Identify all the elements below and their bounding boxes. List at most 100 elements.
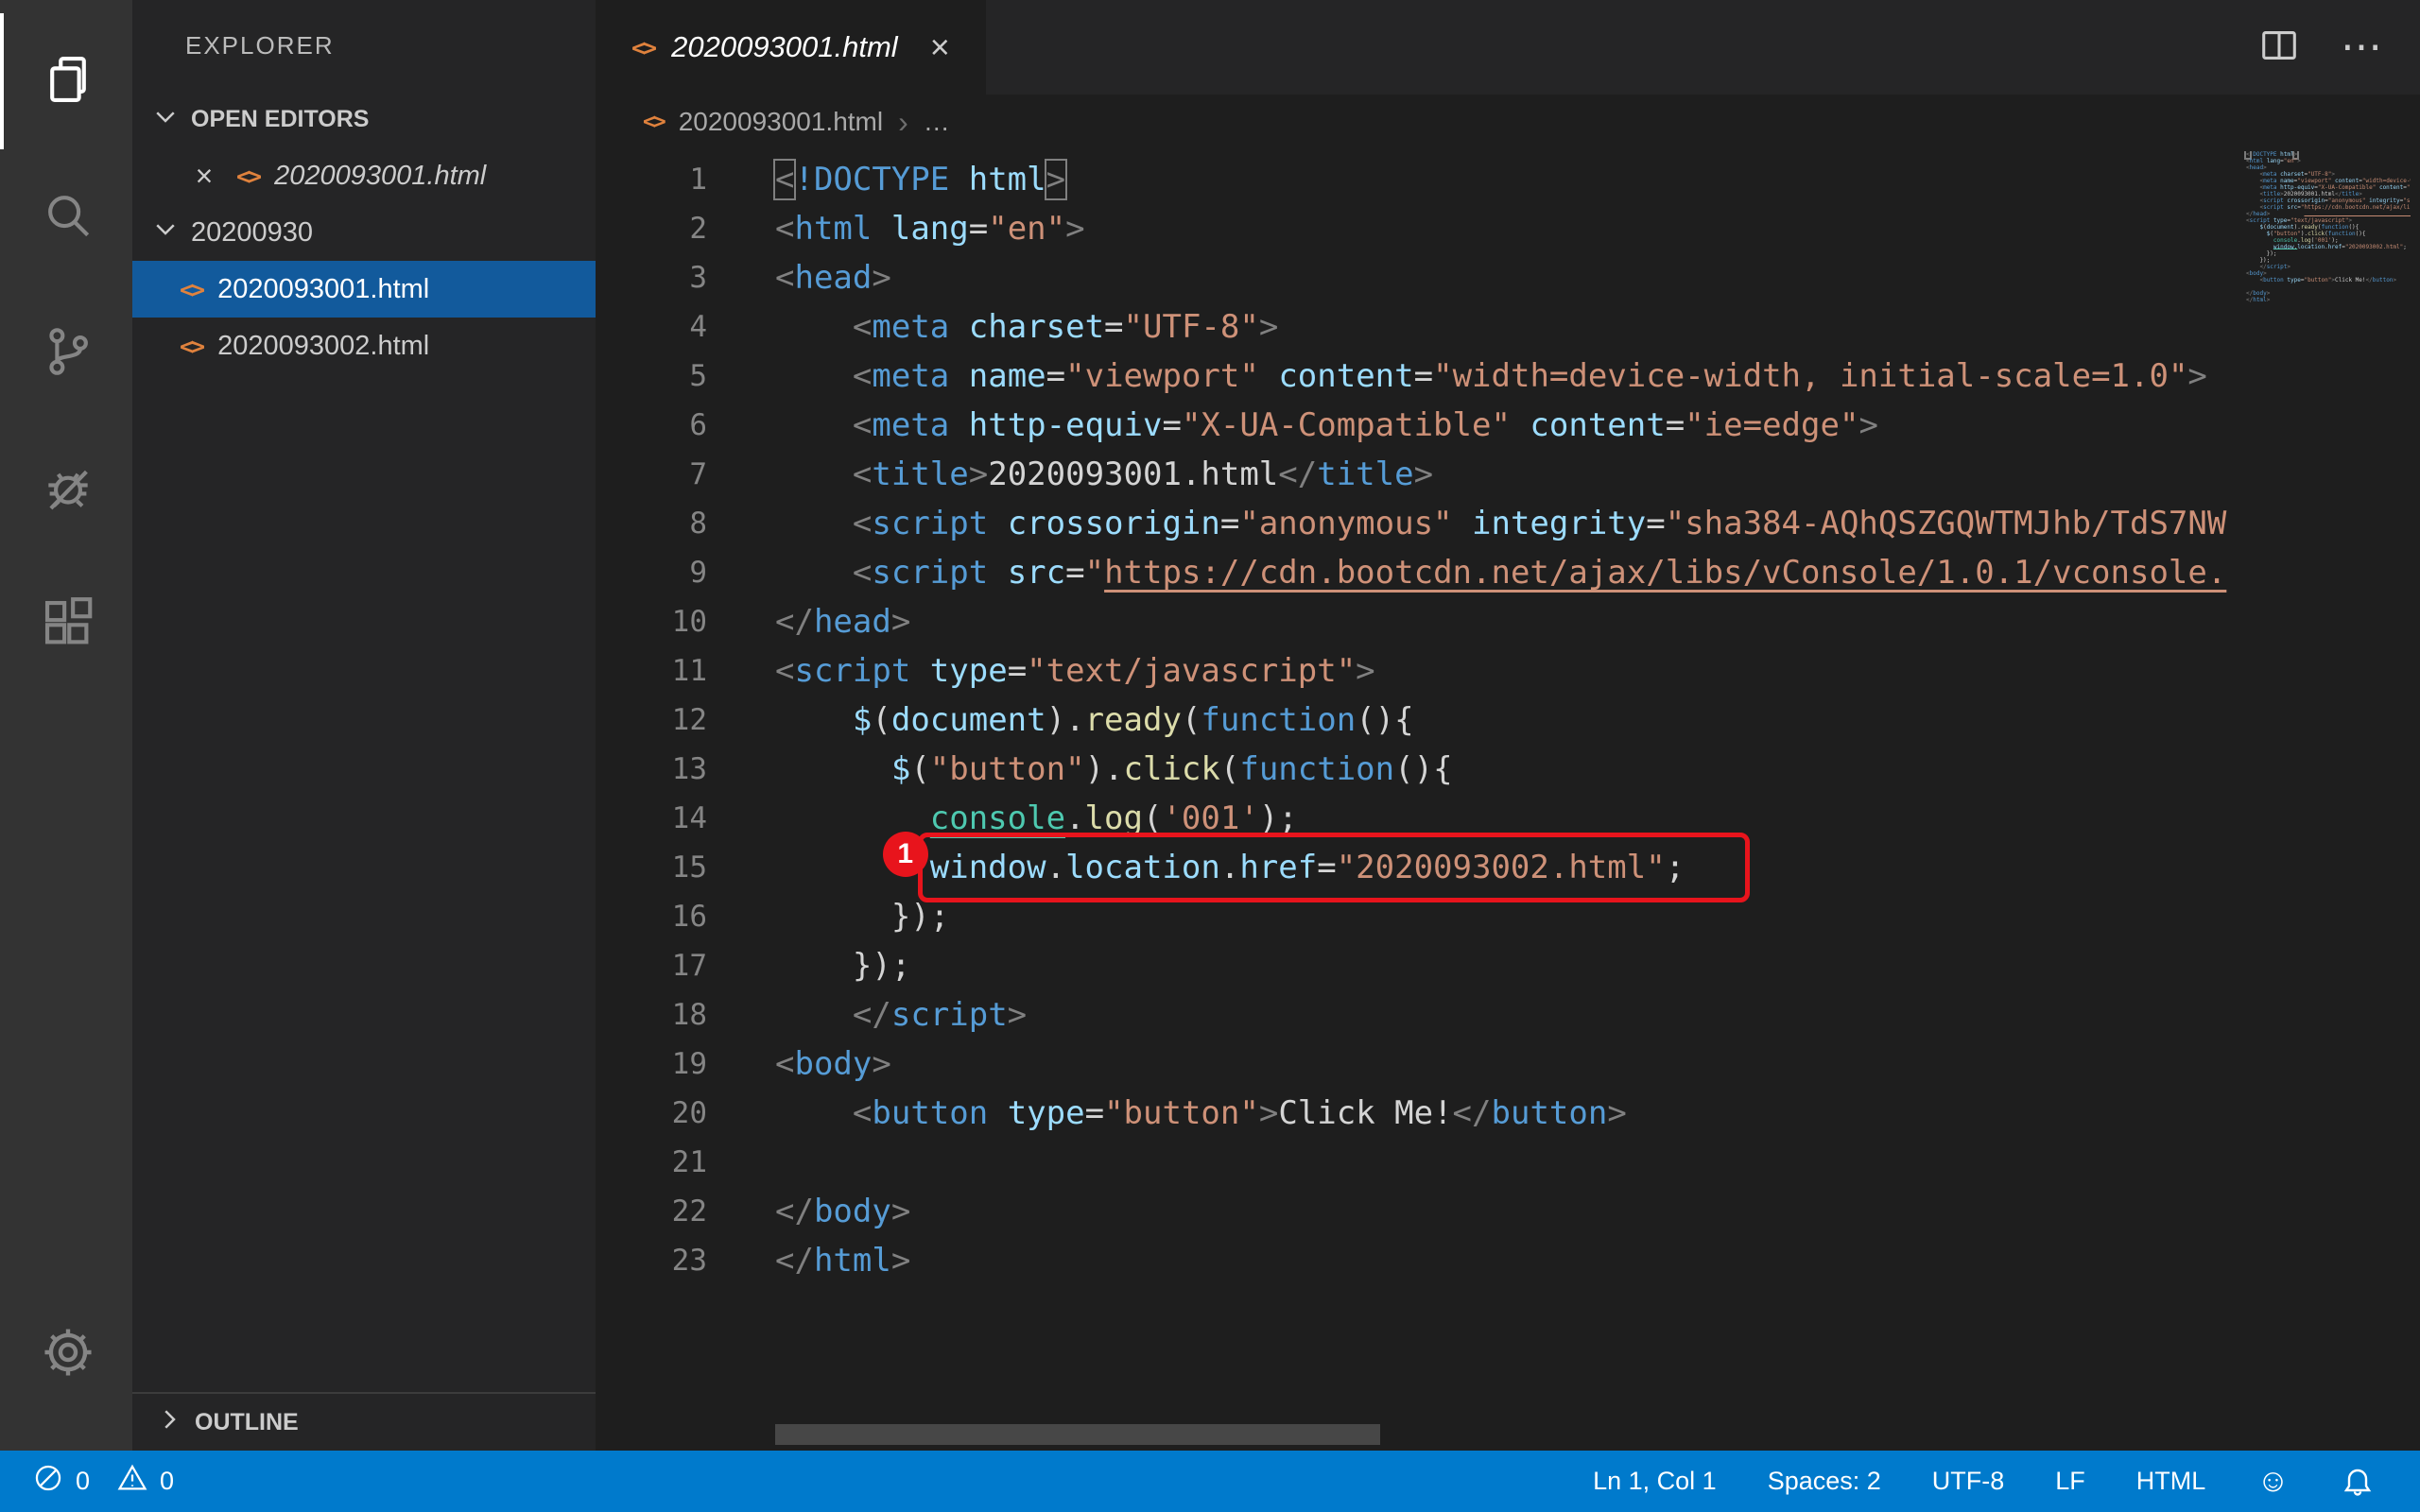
code-line[interactable]: 17 }); (596, 941, 2420, 990)
code-token: . (1046, 849, 1065, 886)
code-token (1511, 406, 1530, 444)
code-token: > (1858, 406, 1877, 444)
code-token: < (775, 210, 794, 248)
code-token: </ (853, 996, 891, 1034)
code-line[interactable]: 9 <script src="https://cdn.bootcdn.net/a… (596, 548, 2420, 597)
outline-header[interactable]: OUTLINE (132, 1392, 596, 1451)
code-text: <html lang="en"> (707, 204, 1085, 253)
html-file-icon: <> (631, 34, 654, 61)
code-line[interactable]: 4 <meta charset="UTF-8"> (596, 302, 2420, 352)
code-line[interactable]: 6 <meta http-equiv="X-UA-Compatible" con… (596, 401, 2420, 450)
activity-debug[interactable] (0, 421, 132, 558)
code-line[interactable]: 10</head> (596, 597, 2420, 646)
code-token (2246, 237, 2273, 244)
code-line[interactable]: 20 <button type="button">Click Me!</butt… (596, 1089, 2420, 1138)
code-token: > (2267, 290, 2271, 297)
code-token: function (2322, 224, 2349, 231)
code-token: Click Me! (2335, 277, 2366, 284)
code-token: > (872, 1045, 890, 1083)
code-token (1453, 505, 1472, 542)
file-tree-item[interactable]: <>2020093001.html (132, 261, 596, 318)
file-tree-item[interactable]: <>2020093002.html (132, 318, 596, 374)
code-text: }); (707, 892, 949, 941)
code-token: < (775, 259, 794, 297)
code-line[interactable]: 15 1window.location.href="2020093002.htm… (596, 843, 2420, 892)
code-line[interactable]: 18 </script> (596, 990, 2420, 1040)
code-line: window.location.href="2020093002.html"; (2242, 244, 2411, 250)
extensions-icon (39, 594, 97, 658)
activity-extensions[interactable] (0, 558, 132, 694)
feedback-smiley-icon[interactable]: ☺ (2256, 1463, 2290, 1500)
problems-indicator[interactable]: 0 0 (19, 1462, 189, 1501)
eol-setting[interactable]: LF (2055, 1467, 2085, 1496)
more-actions-icon[interactable]: ⋯ (2341, 26, 2382, 68)
tab-2020093001[interactable]: <> 2020093001.html × (596, 0, 986, 94)
encoding-setting[interactable]: UTF-8 (1932, 1467, 2005, 1496)
code-token: type (2287, 277, 2300, 284)
code-line[interactable]: 1<!DOCTYPE html> (596, 155, 2420, 204)
code-line[interactable]: 8 <script crossorigin="anonymous" integr… (596, 499, 2420, 548)
activity-search[interactable] (0, 149, 132, 285)
notifications-bell-icon[interactable] (2341, 1465, 2375, 1499)
split-editor-icon[interactable] (2257, 24, 2301, 72)
code-line[interactable]: 12 $(document).ready(function(){ (596, 696, 2420, 745)
code-line[interactable]: 2<html lang="en"> (596, 204, 2420, 253)
code-line[interactable]: 3<head> (596, 253, 2420, 302)
code-editor[interactable]: 1<!DOCTYPE html>2<html lang="en">3<head>… (596, 149, 2420, 1451)
line-number: 23 (596, 1236, 707, 1285)
open-editors-header[interactable]: OPEN EDITORS (132, 91, 596, 147)
code-token: < (853, 357, 872, 395)
code-token: > (2263, 270, 2267, 277)
code-text: <title>2020093001.html</title> (2242, 191, 2362, 198)
close-icon[interactable]: × (930, 27, 950, 67)
open-editor-item[interactable]: ×<>2020093001.html (132, 147, 596, 204)
code-token: " (1085, 554, 1104, 592)
code-token: < (853, 308, 872, 346)
code-token: body (814, 1193, 891, 1230)
line-number: 7 (596, 450, 707, 499)
code-text: window.location.href="2020093002.html"; (2242, 244, 2407, 250)
chevron-right-icon (155, 1405, 183, 1440)
code-token (775, 455, 853, 493)
breadcrumb: <> 2020093001.html › … (596, 94, 2420, 149)
code-token: html (2253, 297, 2266, 303)
file-name: 2020093001.html (274, 161, 486, 192)
code-token (2246, 171, 2259, 178)
activity-bar (0, 0, 132, 1451)
breadcrumb-item-file[interactable]: 2020093001.html (679, 107, 883, 137)
minimap[interactable]: <!DOCTYPE html><html lang="en"><head> <m… (2242, 151, 2411, 303)
indentation-setting[interactable]: Spaces: 2 (1768, 1467, 1881, 1496)
vscode-window: EXPLORER OPEN EDITORS ×<>2020093001.html… (0, 0, 2420, 1451)
code-line[interactable]: 22</body> (596, 1187, 2420, 1236)
code-line[interactable]: 23</html> (596, 1236, 2420, 1285)
breadcrumb-more[interactable]: … (924, 107, 950, 137)
horizontal-scrollbar[interactable] (775, 1424, 1380, 1445)
language-mode[interactable]: HTML (2136, 1467, 2206, 1496)
cursor-position[interactable]: Ln 1, Col 1 (1593, 1467, 1717, 1496)
code-token: body (2253, 290, 2266, 297)
code-token: "en" (2284, 158, 2297, 164)
code-token: = (969, 210, 988, 248)
code-line[interactable]: 13 $("button").click(function(){ (596, 745, 2420, 794)
code-text: $(document).ready(function(){ (2242, 224, 2359, 231)
code-text: <body> (707, 1040, 891, 1089)
activity-settings[interactable] (0, 1286, 132, 1422)
code-line[interactable]: 7 <title>2020093001.html</title> (596, 450, 2420, 499)
folder-row[interactable]: 20200930 (132, 204, 596, 261)
code-line[interactable]: 19<body> (596, 1040, 2420, 1089)
code-token: </ (775, 603, 814, 641)
code-line[interactable]: 5 <meta name="viewport" content="width=d… (596, 352, 2420, 401)
code-token: window (930, 849, 1046, 886)
code-text: <meta name="viewport" content="width=dev… (2242, 178, 2411, 184)
activity-source-control[interactable] (0, 285, 132, 421)
code-token: > (1259, 1094, 1278, 1132)
code-line[interactable]: 11<script type="text/javascript"> (596, 646, 2420, 696)
activity-explorer[interactable] (0, 13, 132, 149)
open-editors-label: OPEN EDITORS (191, 106, 369, 133)
code-line[interactable]: 21 (596, 1138, 2420, 1187)
code-token: 2020093001.html (2284, 191, 2335, 198)
code-line: <head> (2242, 164, 2411, 171)
code-text: <script crossorigin="anonymous" integrit… (707, 499, 2226, 548)
code-token: html (794, 210, 872, 248)
close-icon[interactable]: × (187, 159, 221, 194)
